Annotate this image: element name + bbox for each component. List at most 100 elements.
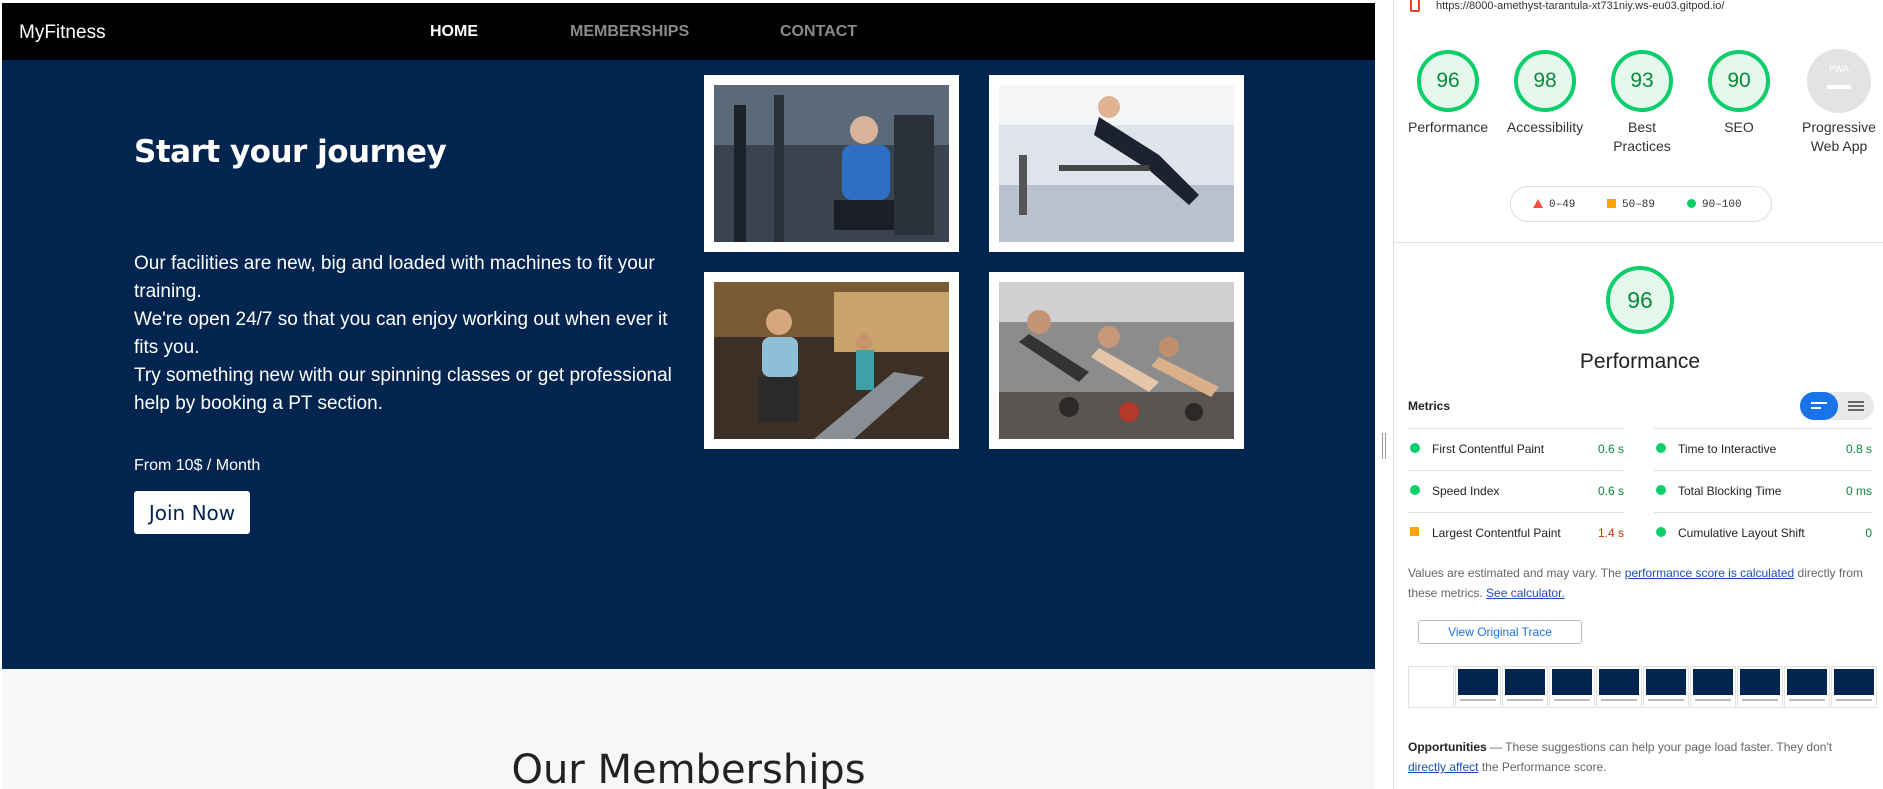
gauge-label: Progressive Web App (1802, 119, 1876, 154)
metric-tbt: Total Blocking Time 0 ms (1654, 470, 1872, 512)
opportunities-section: Opportunities — These suggestions can he… (1408, 737, 1868, 777)
toggle-compact-view[interactable] (1800, 392, 1838, 420)
metric-name: First Contentful Paint (1432, 442, 1545, 456)
metric-fcp: First Contentful Paint 0.6 s (1408, 428, 1624, 470)
opportunities-text: — These suggestions can help your page l… (1486, 740, 1833, 754)
gauge-ring: 90 (1706, 48, 1772, 114)
filmstrip-frame (1643, 666, 1689, 708)
gauge-label: SEO (1724, 119, 1754, 135)
gauge-best-practices[interactable]: 93 Best Practices (1602, 48, 1682, 156)
directly-affect-link[interactable]: directly affect (1408, 760, 1478, 774)
gauge-score: 93 (1630, 69, 1654, 92)
gauge-score: 96 (1436, 69, 1460, 92)
view-original-trace-button[interactable]: View Original Trace (1418, 620, 1582, 644)
memberships-heading: Our Memberships (511, 747, 866, 789)
score-legend: 0–49 50–89 90–100 (1510, 186, 1772, 222)
gym-machine-photo (704, 75, 959, 252)
filmstrip-frame (1831, 666, 1877, 708)
hero-paragraph: Try something new with our spinning clas… (134, 365, 672, 414)
metric-name: Cumulative Layout Shift (1678, 526, 1805, 540)
gauge-label: Accessibility (1506, 119, 1584, 135)
gauge-performance[interactable]: 96 Performance (1408, 48, 1488, 137)
filmstrip-frame (1549, 666, 1595, 708)
filmstrip-frame (1596, 666, 1642, 708)
filmstrip-frame (1455, 666, 1501, 708)
gauge-label: Best Practices (1613, 119, 1671, 154)
metric-cls: Cumulative Layout Shift 0 (1654, 512, 1872, 554)
square-icon (1607, 199, 1616, 208)
lines-icon (1811, 402, 1827, 409)
opportunities-title: Opportunities (1408, 740, 1487, 754)
metric-name: Total Blocking Time (1678, 484, 1782, 498)
performance-score: 96 (1627, 286, 1653, 313)
filmstrip (1408, 666, 1883, 708)
gauge-ring: 96 (1415, 48, 1481, 114)
nav-contact[interactable]: CONTACT (780, 23, 857, 41)
metric-value: 0.6 s (1597, 484, 1624, 498)
filmstrip-frame (1502, 666, 1548, 708)
pass-circle-icon (1656, 527, 1666, 537)
average-square-icon (1410, 527, 1419, 536)
hero-description: Our facilities are new, big and loaded w… (134, 250, 682, 418)
opportunities-text: the Performance score. (1478, 760, 1607, 774)
metric-lcp: Largest Contentful Paint 1.4 s (1408, 512, 1624, 554)
price-text: From 10$ / Month (134, 457, 261, 474)
gauge-seo[interactable]: 90 SEO (1699, 48, 1779, 137)
pass-circle-icon (1410, 443, 1420, 453)
legend-label: 90–100 (1702, 199, 1742, 211)
gauge-accessibility[interactable]: 98 Accessibility (1505, 48, 1585, 137)
note-text: Values are estimated and may vary. The (1408, 566, 1625, 580)
pass-circle-icon (1656, 443, 1666, 453)
devtools-splitter[interactable] (1382, 433, 1386, 459)
section-divider (1394, 242, 1883, 243)
kettlebell-class-photo (989, 272, 1244, 449)
metric-value: 0.8 s (1845, 442, 1872, 456)
hero-title: Start your journey (134, 134, 447, 170)
metric-value: 0 ms (1845, 484, 1872, 498)
pwa-badge-icon: PWA (1806, 48, 1872, 114)
report-url-bar: https://8000-amethyst-tarantula-xt731niy… (1394, 0, 1883, 16)
metric-name: Time to Interactive (1678, 442, 1777, 456)
pass-circle-icon (1656, 485, 1666, 495)
metrics-view-toggle[interactable] (1800, 392, 1874, 420)
nav-memberships[interactable]: MEMBERSHIPS (570, 23, 689, 41)
metric-tti: Time to Interactive 0.8 s (1654, 428, 1872, 470)
filmstrip-frame (1690, 666, 1736, 708)
gauge-score: 98 (1533, 69, 1557, 92)
legend-pass: 90–100 (1687, 199, 1742, 211)
report-url[interactable]: https://8000-amethyst-tarantula-xt731niy… (1436, 0, 1724, 12)
performance-gauge: 96 (1604, 264, 1676, 336)
circle-icon (1687, 199, 1696, 208)
legend-label: 50–89 (1622, 199, 1656, 211)
triangle-icon (1533, 199, 1543, 208)
metric-name: Speed Index (1432, 484, 1500, 498)
website-viewport: MyFitness HOME MEMBERSHIPS CONTACT Start… (2, 3, 1375, 789)
score-calculated-link[interactable]: performance score is calculated (1625, 566, 1794, 580)
metric-name: Largest Contentful Paint (1432, 526, 1561, 540)
list-icon[interactable] (1838, 392, 1874, 420)
legend-average: 50–89 (1607, 199, 1655, 211)
gauge-ring: 98 (1512, 48, 1578, 114)
see-calculator-link[interactable]: See calculator. (1486, 586, 1565, 600)
brand-logo[interactable]: MyFitness (19, 22, 106, 44)
filmstrip-frame (1737, 666, 1783, 708)
lighthouse-icon (1410, 0, 1420, 12)
join-now-button[interactable]: Join Now (134, 491, 250, 534)
gauge-ring: 93 (1609, 48, 1675, 114)
hero-paragraph: We're open 24/7 so that you can enjoy wo… (134, 309, 668, 358)
nav-home[interactable]: HOME (430, 23, 478, 41)
navbar: MyFitness HOME MEMBERSHIPS CONTACT (2, 3, 1375, 60)
legend-fail: 0–49 (1533, 199, 1575, 211)
gauge-pwa[interactable]: PWA Progressive Web App (1794, 48, 1883, 156)
metrics-note: Values are estimated and may vary. The p… (1408, 563, 1868, 603)
metric-value: 0 (1865, 526, 1872, 540)
filmstrip-frame (1408, 666, 1454, 708)
treadmill-photo (704, 272, 959, 449)
gym-rope-photo (989, 75, 1244, 252)
pwa-badge-text: PWA (1829, 65, 1850, 75)
performance-title: Performance (1579, 350, 1701, 373)
hero-paragraph: Our facilities are new, big and loaded w… (134, 253, 655, 302)
gauge-score: 90 (1727, 69, 1751, 92)
metric-value: 0.6 s (1597, 442, 1624, 456)
pass-circle-icon (1410, 485, 1420, 495)
